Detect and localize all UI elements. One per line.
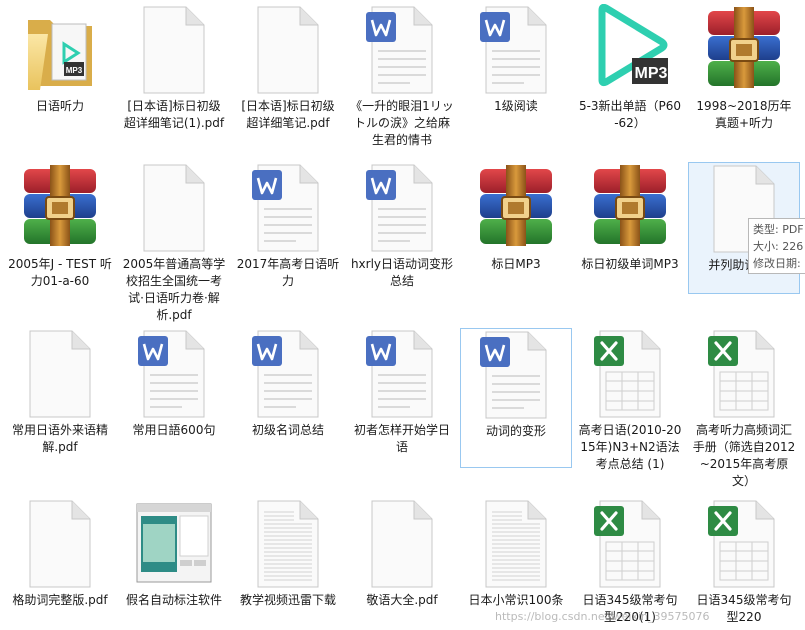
watermark: https://blog.csdn.net/weixin_39575076 xyxy=(495,610,710,623)
pdf-file-icon xyxy=(136,162,212,254)
wps-doc-icon xyxy=(250,162,326,254)
pdf-file-icon xyxy=(136,4,212,96)
file-info-tooltip: 类型: PDF 大小: 226 修改日期: xyxy=(748,218,805,274)
file-label: 初级名词总结 xyxy=(251,423,324,437)
file-label: 2005年普通高等学校招生全国统一考试·日语听力卷·解析.pdf xyxy=(122,257,226,322)
file-item[interactable]: hxrly日语动词变形总结 xyxy=(346,162,458,290)
file-label: 假名自动标注软件 xyxy=(125,593,222,607)
excel-file-icon xyxy=(592,498,668,590)
file-item[interactable]: 标日初级单词MP3 xyxy=(574,162,686,273)
file-item[interactable]: 初者怎样开始学日语 xyxy=(346,328,458,456)
file-item[interactable]: 2005年J - TEST 听力01-a-60 xyxy=(4,162,116,290)
excel-file-icon xyxy=(706,498,782,590)
file-item[interactable]: 常用日語600句 xyxy=(118,328,230,439)
file-label: [日本语]标日初级超详细笔记(1).pdf xyxy=(123,99,225,130)
folder-mp3-icon: MP3 xyxy=(22,4,98,96)
file-label: 高考听力高频词汇手册（筛选自2012~2015年高考原文） xyxy=(692,423,796,488)
file-item[interactable]: 教学视频迅雷下载 xyxy=(232,498,344,609)
mp3-file-icon: MP3 xyxy=(592,3,670,96)
wps-doc-icon xyxy=(250,328,326,420)
file-label: 2017年高考日语听力 xyxy=(236,257,340,288)
file-item[interactable]: MP3 5-3新出单語（P60-62） xyxy=(574,3,686,132)
svg-text:MP3: MP3 xyxy=(635,65,668,82)
file-item[interactable]: 常用日语外来语精解.pdf xyxy=(4,328,116,456)
file-item[interactable]: 标日MP3 xyxy=(460,162,572,273)
wps-doc-icon xyxy=(136,328,212,420)
file-label: 高考日语(2010-2015年)N3+N2语法考点总结 (1) xyxy=(578,423,682,471)
pdf-file-icon xyxy=(22,498,98,590)
file-label: 《一升的眼泪1リットルの涙》之给麻生君的情书 xyxy=(350,99,454,147)
file-item[interactable]: 假名自动标注软件 xyxy=(118,498,230,609)
excel-file-icon xyxy=(592,328,668,420)
file-label: 2005年J - TEST 听力01-a-60 xyxy=(8,257,112,288)
file-label: 动词的变形 xyxy=(485,424,546,438)
file-item[interactable]: 日本小常识100条 xyxy=(460,498,572,609)
file-item[interactable]: 高考听力高频词汇手册（筛选自2012~2015年高考原文） xyxy=(688,328,800,490)
file-label: 常用日语外来语精解.pdf xyxy=(11,423,108,454)
file-item[interactable]: 2017年高考日语听力 xyxy=(232,162,344,290)
svg-text:MP3: MP3 xyxy=(66,66,83,75)
tooltip-type: 类型: PDF xyxy=(753,223,804,236)
rar-archive-icon xyxy=(706,4,782,96)
file-item[interactable]: MP3 日语听力 xyxy=(4,4,116,115)
file-item[interactable]: 初级名词总结 xyxy=(232,328,344,439)
pdf-file-icon xyxy=(250,4,326,96)
file-label: 1998~2018历年真题+听力 xyxy=(696,99,792,130)
app-window-icon xyxy=(136,498,212,590)
file-item[interactable]: 日语345级常考句型220 xyxy=(688,498,800,626)
file-item[interactable]: 敬语大全.pdf xyxy=(346,498,458,609)
file-label: 日语听力 xyxy=(35,99,84,113)
file-item[interactable]: 1998~2018历年真题+听力 xyxy=(688,4,800,132)
text-file-icon xyxy=(250,498,326,590)
wps-doc-icon xyxy=(478,4,554,96)
file-label: 日本小常识100条 xyxy=(468,593,564,607)
file-label: 5-3新出单語（P60-62） xyxy=(578,99,682,130)
tooltip-size: 大小: 226 xyxy=(753,240,804,253)
rar-archive-icon xyxy=(478,162,554,254)
file-item[interactable]: [日本语]标日初级超详细笔记.pdf xyxy=(232,4,344,132)
file-item[interactable]: [日本语]标日初级超详细笔记(1).pdf xyxy=(118,4,230,132)
file-item[interactable]: 高考日语(2010-2015年)N3+N2语法考点总结 (1) xyxy=(574,328,686,473)
file-item[interactable]: 日语345级常考句型220(1) xyxy=(574,498,686,626)
rar-archive-icon xyxy=(22,162,98,254)
file-label: 教学视频迅雷下载 xyxy=(239,593,336,607)
file-label: 标日MP3 xyxy=(491,257,541,271)
file-item[interactable]: 1级阅读 xyxy=(460,4,572,115)
pdf-file-icon xyxy=(22,328,98,420)
file-label: 格助词完整版.pdf xyxy=(12,593,108,607)
wps-doc-icon xyxy=(364,328,440,420)
file-item[interactable]: 格助词完整版.pdf xyxy=(4,498,116,609)
file-label: [日本语]标日初级超详细笔记.pdf xyxy=(241,99,335,130)
file-label: hxrly日语动词变形总结 xyxy=(350,257,454,288)
text-file-icon xyxy=(478,498,554,590)
file-label: 敬语大全.pdf xyxy=(366,593,438,607)
wps-doc-icon xyxy=(478,329,554,421)
wps-doc-icon xyxy=(364,162,440,254)
file-item[interactable]: 《一升的眼泪1リットルの涙》之给麻生君的情书 xyxy=(346,4,458,149)
file-label: 常用日語600句 xyxy=(132,423,216,437)
wps-doc-icon xyxy=(364,4,440,96)
file-item[interactable]: 2005年普通高等学校招生全国统一考试·日语听力卷·解析.pdf xyxy=(118,162,230,324)
rar-archive-icon xyxy=(592,162,668,254)
file-label: 初者怎样开始学日语 xyxy=(353,423,450,454)
file-label: 1级阅读 xyxy=(494,99,538,113)
file-label: 标日初级单词MP3 xyxy=(581,257,679,271)
excel-file-icon xyxy=(706,328,782,420)
pdf-file-icon xyxy=(364,498,440,590)
tooltip-modified: 修改日期: xyxy=(753,257,801,270)
file-item[interactable]: 动词的变形 xyxy=(460,328,572,468)
